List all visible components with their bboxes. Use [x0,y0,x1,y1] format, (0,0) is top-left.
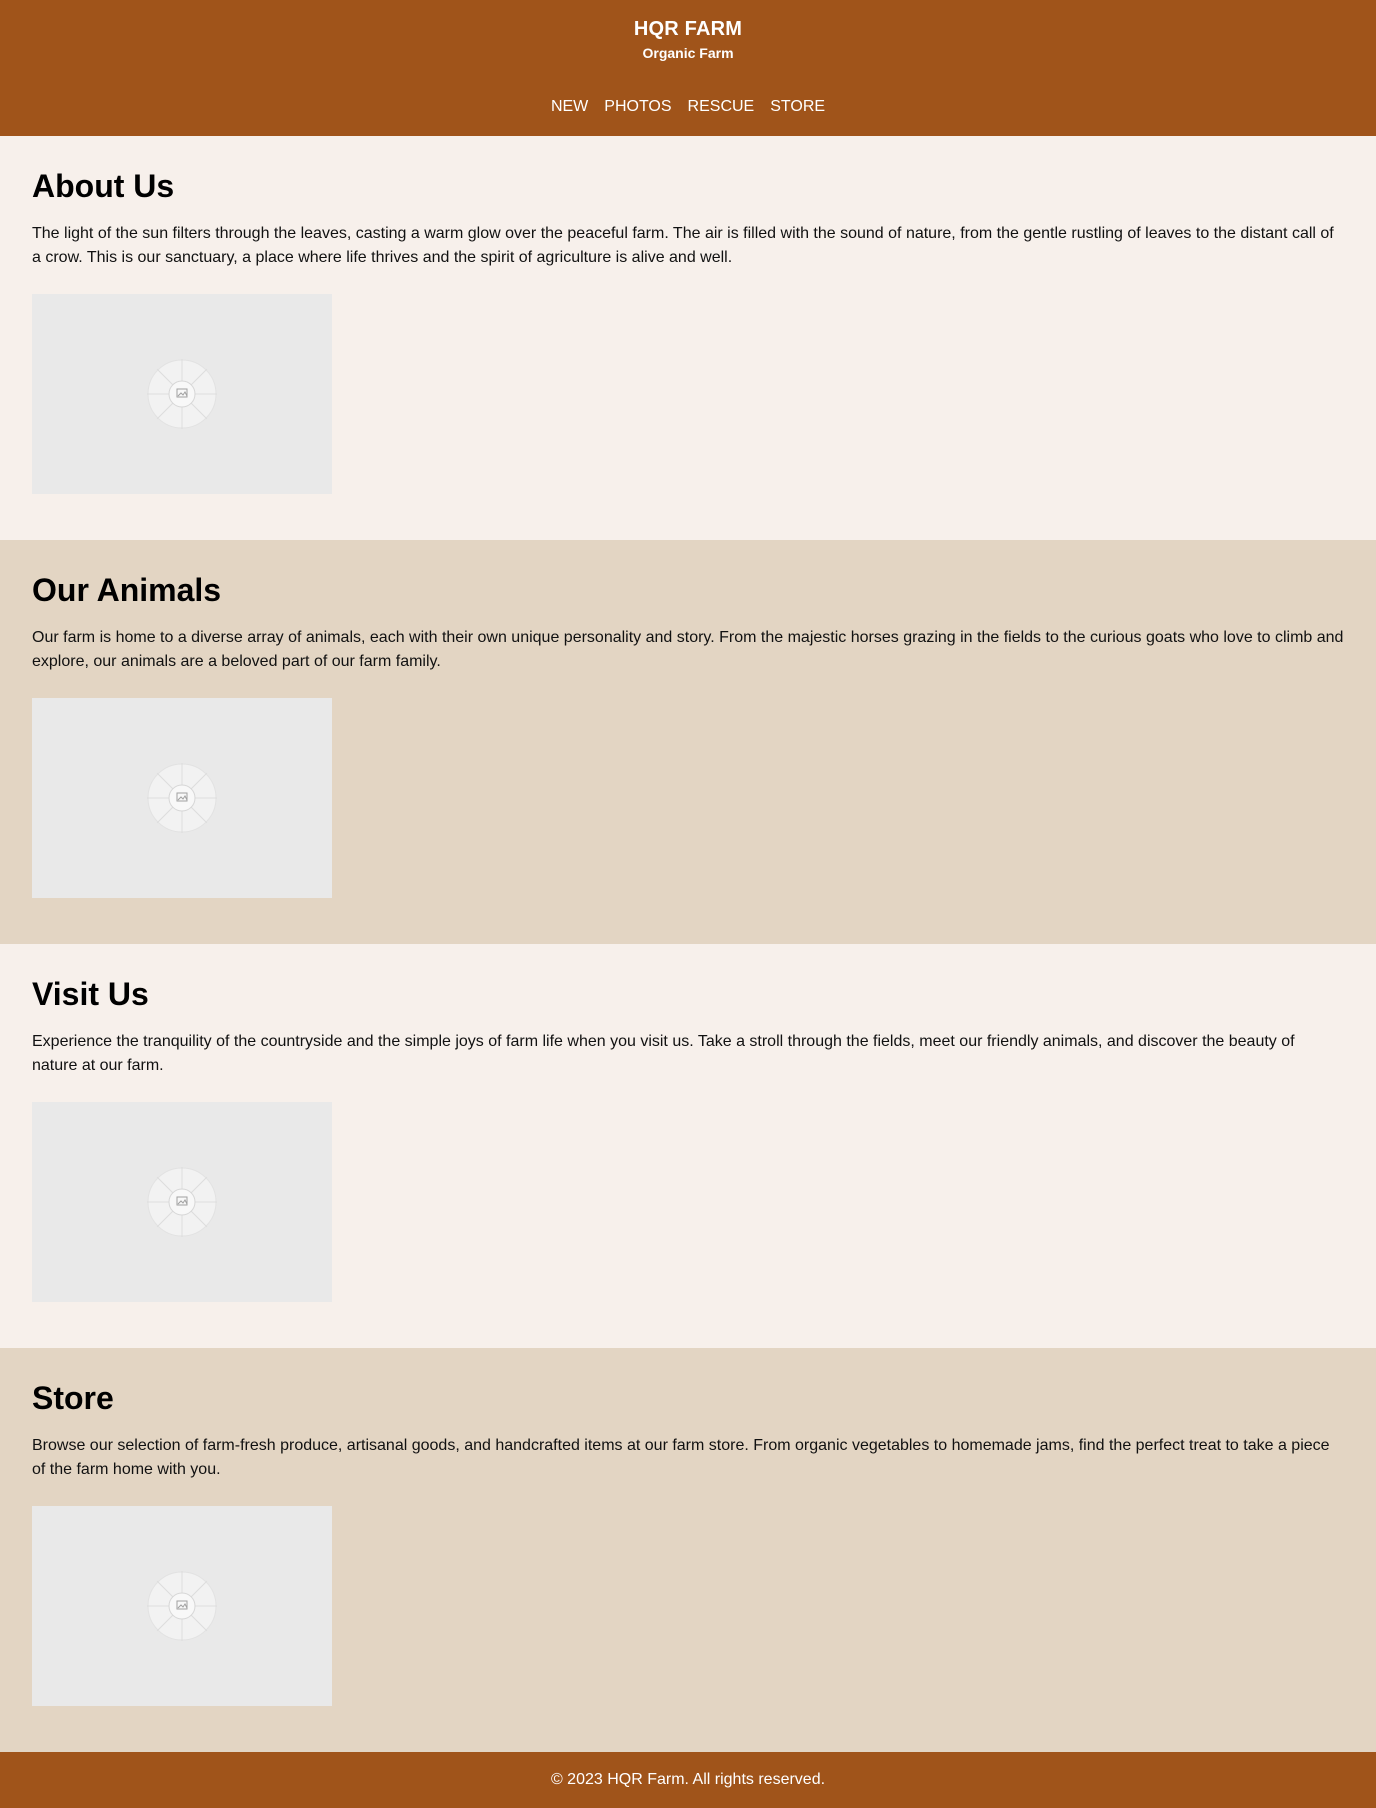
nav-link-store[interactable]: STORE [770,98,825,116]
nav-link-new[interactable]: NEW [551,98,588,116]
footer-copyright: © 2023 HQR Farm. All rights reserved. [550,1771,826,1788]
site-header: HQR FARM Organic Farm NEW PHOTOS RESCUE … [0,0,1376,136]
section-title: About Us [32,168,175,204]
section-title: Our Animals [32,572,222,608]
section-description: Browse our selection of farm-fresh produ… [32,1437,1330,1478]
image-placeholder-icon [147,1167,217,1237]
section-title: Visit Us [32,976,149,1012]
nav-link-rescue[interactable]: RESCUE [688,98,755,116]
section-description: Experience the tranquility of the countr… [32,1033,1295,1074]
visit-us-image [32,1102,332,1302]
image-placeholder-icon [147,1571,217,1641]
image-placeholder-icon [147,763,217,833]
nav-link-photos[interactable]: PHOTOS [604,98,671,116]
site-footer: © 2023 HQR Farm. All rights reserved. [0,1752,1376,1808]
about-us-image [32,294,332,494]
section-description: The light of the sun filters through the… [32,225,1334,266]
site-subtitle: Organic Farm [642,45,734,61]
section-title: Store [32,1380,114,1416]
visit-us-section: Visit Us Experience the tranquility of t… [0,944,1376,1348]
site-title: HQR FARM [633,18,743,40]
our-animals-image [32,698,332,898]
image-placeholder-icon [147,359,217,429]
our-animals-section: Our Animals Our farm is home to a divers… [0,540,1376,944]
about-us-section: About Us The light of the sun filters th… [0,136,1376,540]
section-description: Our farm is home to a diverse array of a… [32,629,1344,670]
store-section: Store Browse our selection of farm-fresh… [0,1348,1376,1752]
main-navigation: NEW PHOTOS RESCUE STORE [0,98,1376,116]
store-image [32,1506,332,1706]
